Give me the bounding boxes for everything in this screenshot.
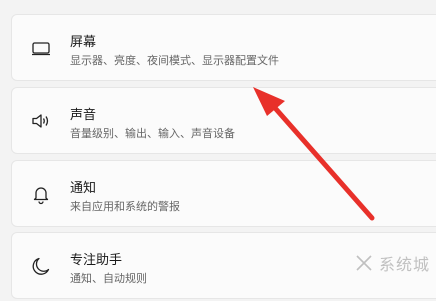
settings-item-title: 专注助手 [70, 253, 123, 268]
speaker-icon [30, 110, 52, 132]
settings-item-subtitle: 通知、自动规则 [70, 272, 147, 285]
watermark-text: 系统城 [378, 255, 430, 274]
watermark: 系统城 [353, 251, 430, 275]
settings-item-title: 声音 [70, 108, 97, 123]
watermark-logo-icon [353, 252, 375, 274]
settings-item-notifications[interactable]: 通知 来自应用和系统的警报 [11, 160, 436, 227]
settings-item-subtitle: 音量级别、输出、输入、声音设备 [70, 127, 235, 140]
settings-item-sound[interactable]: 声音 音量级别、输出、输入、声音设备 [11, 87, 436, 154]
settings-item-display[interactable]: 屏幕 显示器、亮度、夜间模式、显示器配置文件 [11, 14, 436, 81]
settings-item-title: 屏幕 [70, 35, 97, 50]
settings-item-subtitle: 来自应用和系统的警报 [70, 200, 180, 213]
settings-item-subtitle: 显示器、亮度、夜间模式、显示器配置文件 [70, 54, 279, 67]
bell-icon [30, 183, 52, 205]
settings-item-title: 通知 [70, 181, 97, 196]
moon-icon [30, 255, 52, 277]
monitor-icon [30, 37, 52, 59]
